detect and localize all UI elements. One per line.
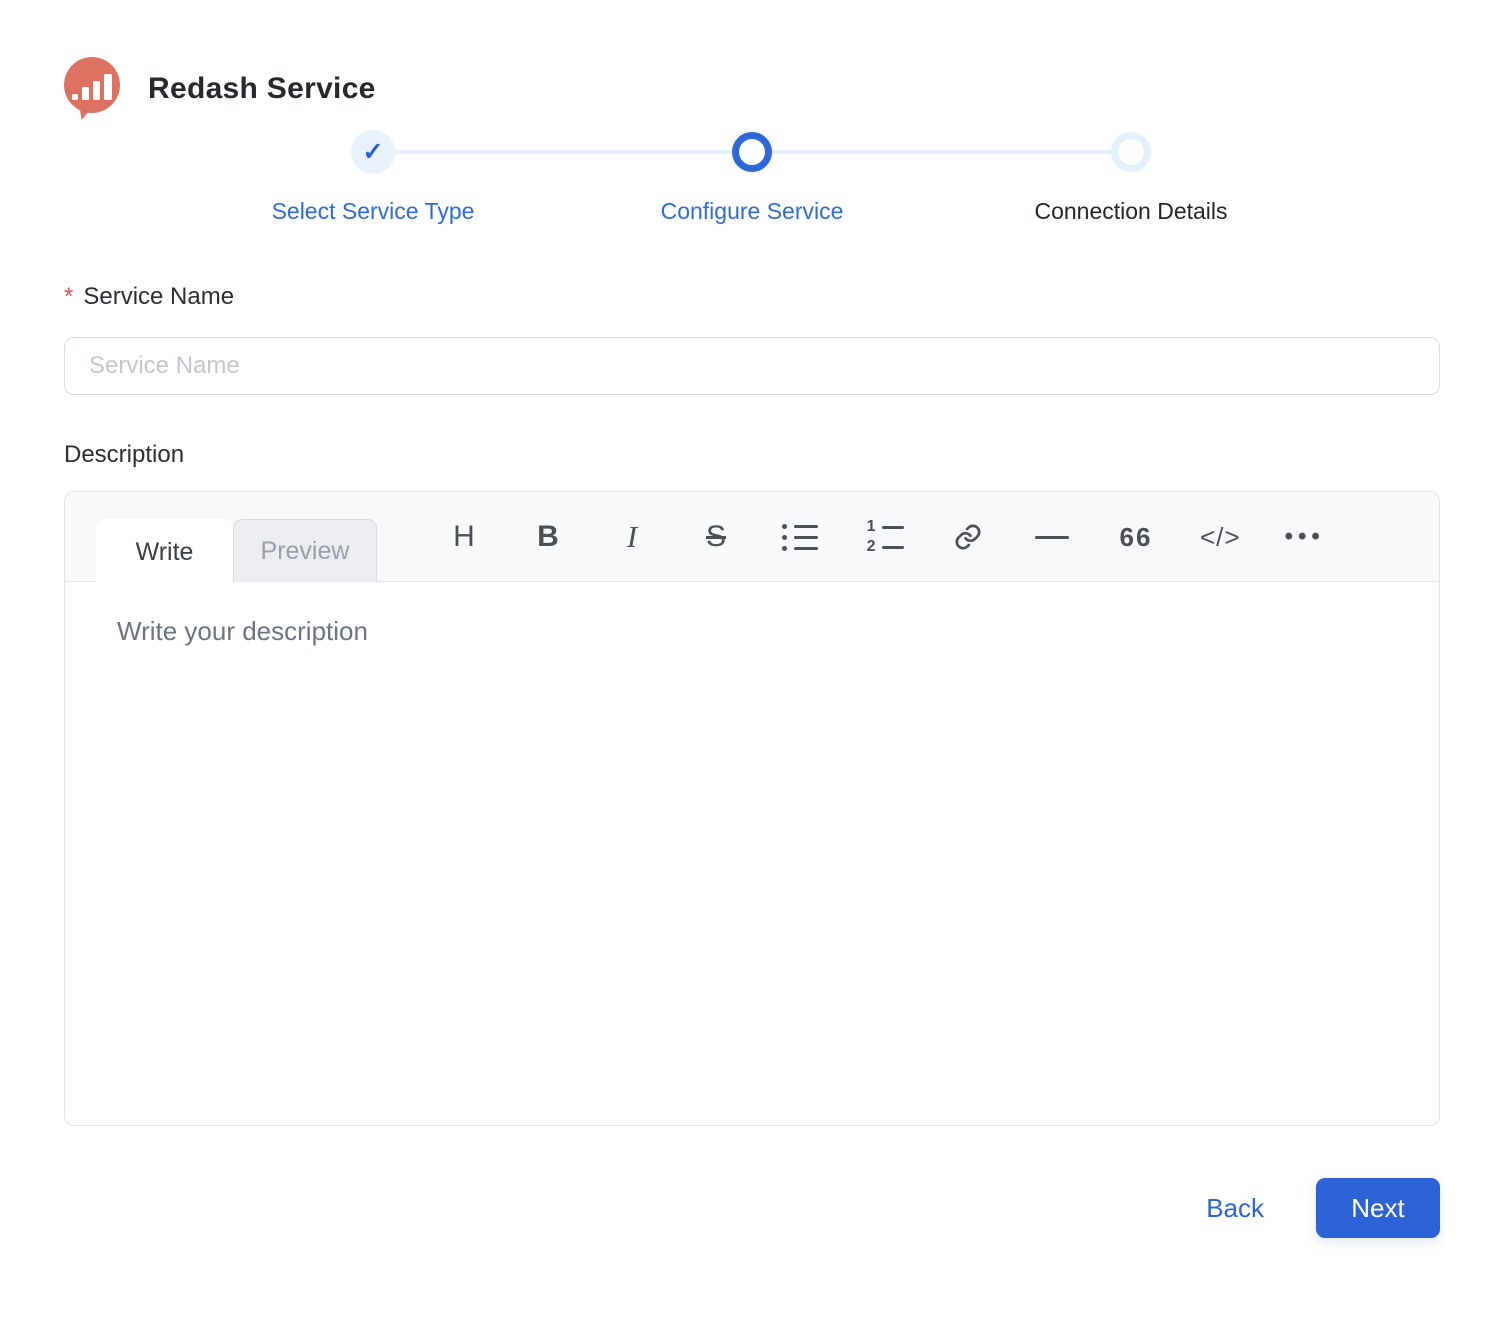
step-label[interactable]: Connection Details	[1034, 198, 1227, 225]
numbered-list-icon[interactable]: 1 2	[864, 515, 904, 559]
back-button[interactable]: Back	[1206, 1193, 1264, 1224]
page-title: Redash Service	[148, 72, 376, 106]
step-select-service-type[interactable]: ✓ Select Service Type	[184, 130, 563, 225]
bar-chart-icon	[72, 74, 112, 100]
required-asterisk: *	[64, 283, 73, 311]
step-configure-service[interactable]: Configure Service	[563, 130, 942, 225]
step-connection-details[interactable]: Connection Details	[942, 130, 1321, 225]
step-label[interactable]: Configure Service	[661, 198, 844, 225]
tab-preview[interactable]: Preview	[233, 519, 377, 582]
step-completed-check-icon[interactable]: ✓	[351, 130, 395, 174]
service-name-input[interactable]	[64, 337, 1440, 395]
code-icon[interactable]: </>	[1200, 515, 1241, 559]
editor-toolbar: Write Preview H B I S 1	[65, 492, 1439, 582]
wizard-stepper: ✓ Select Service Type Configure Service …	[184, 130, 1321, 225]
formatting-toolbar: H B I S 1 2	[444, 492, 1325, 582]
link-icon[interactable]	[948, 515, 988, 559]
service-name-label: * Service Name	[64, 283, 1440, 311]
heading-icon[interactable]: H	[444, 515, 484, 559]
strikethrough-icon[interactable]: S	[696, 515, 736, 559]
description-textarea[interactable]	[65, 582, 1439, 1125]
step-pending-circle-icon[interactable]	[1111, 132, 1151, 172]
description-editor: Write Preview H B I S 1	[64, 491, 1440, 1126]
wizard-actions: Back Next	[64, 1178, 1440, 1238]
page-header: Redash Service	[64, 56, 1440, 122]
description-label: Description	[64, 441, 1440, 469]
tab-write[interactable]: Write	[96, 519, 233, 585]
step-label[interactable]: Select Service Type	[272, 198, 475, 225]
redash-logo-icon	[64, 57, 122, 121]
bullet-list-icon[interactable]	[780, 515, 820, 559]
step-active-circle-icon[interactable]	[732, 132, 772, 172]
horizontal-rule-icon[interactable]	[1032, 515, 1072, 559]
more-options-icon[interactable]: •••	[1285, 515, 1325, 559]
bold-icon[interactable]: B	[528, 515, 568, 559]
editor-tabs: Write Preview	[96, 519, 377, 585]
configure-service-page: Redash Service ✓ Select Service Type Con…	[0, 0, 1506, 1238]
italic-icon[interactable]: I	[612, 515, 652, 559]
next-button[interactable]: Next	[1316, 1178, 1440, 1238]
service-name-label-text: Service Name	[83, 283, 234, 311]
quote-icon[interactable]: 66	[1116, 515, 1156, 559]
